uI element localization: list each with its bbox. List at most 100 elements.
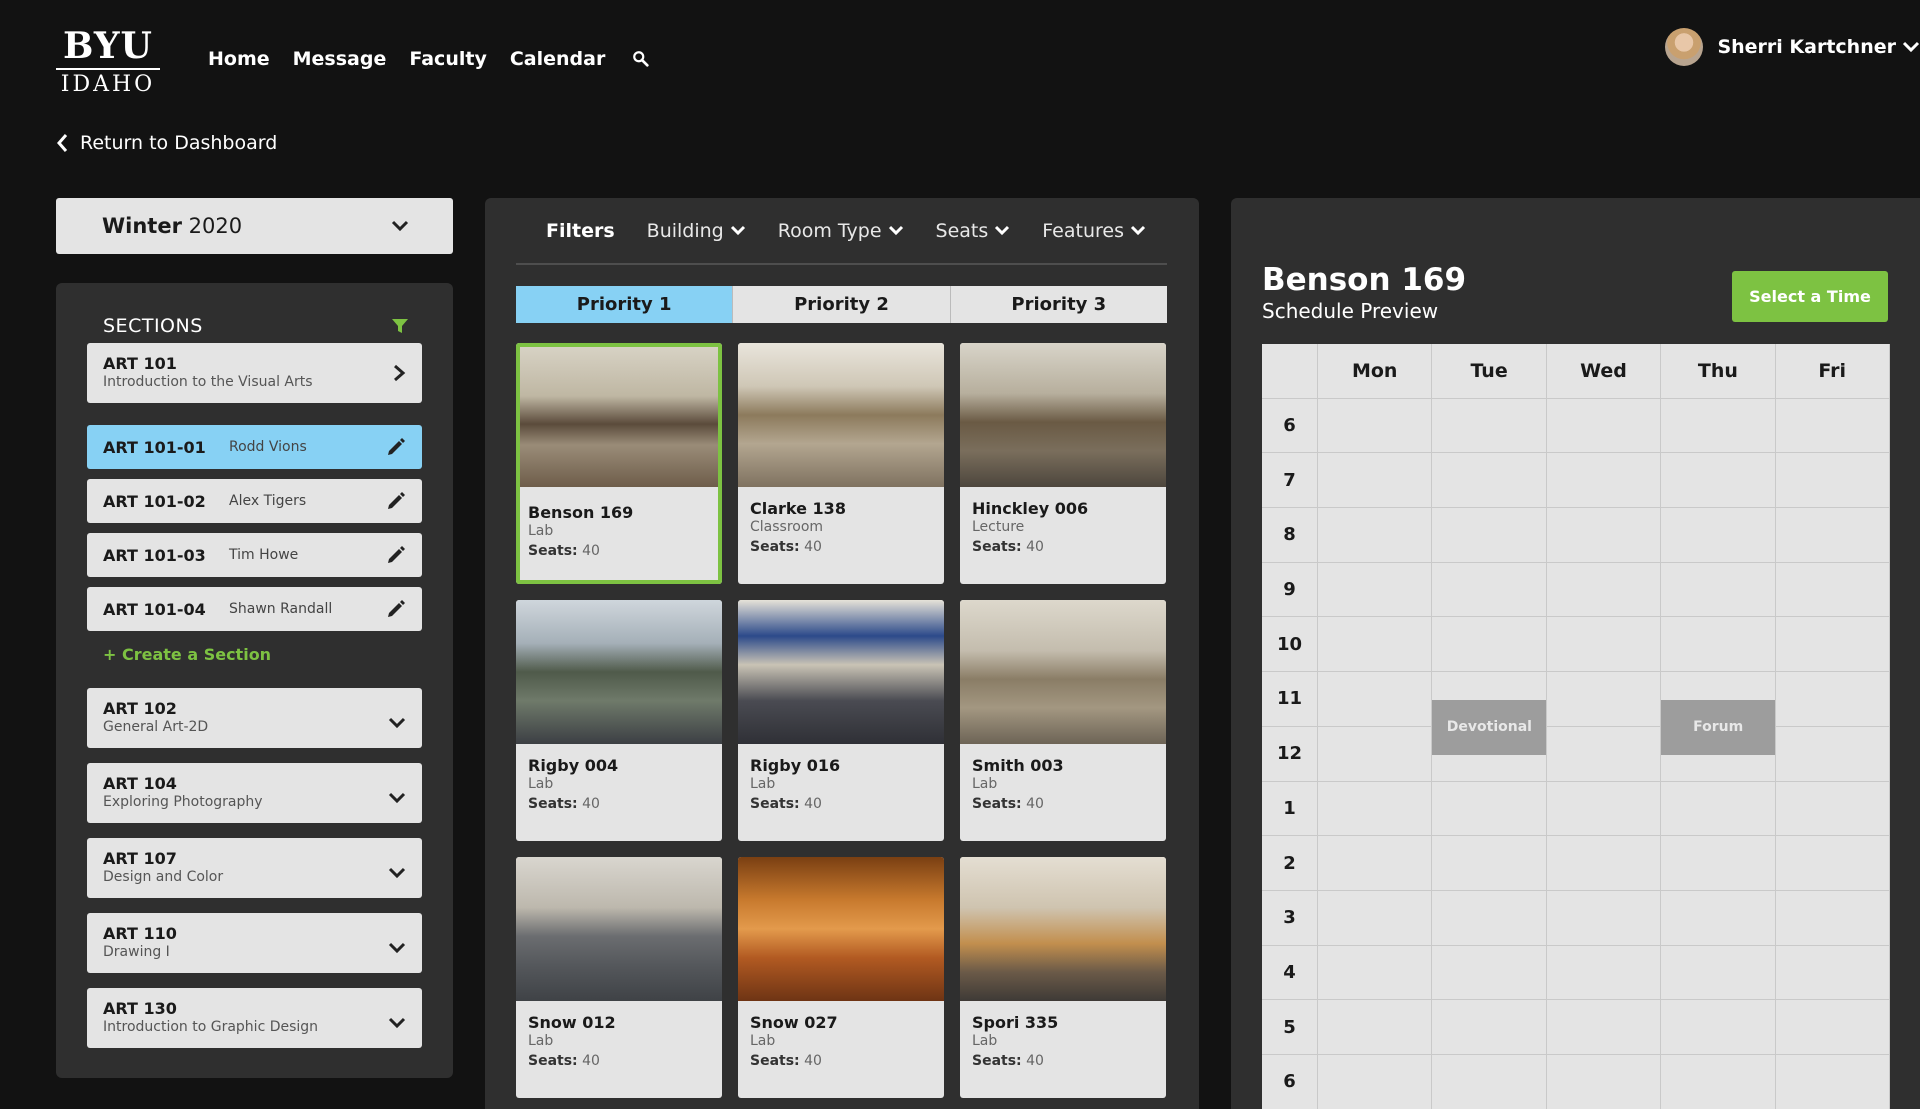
time-slot[interactable] xyxy=(1546,781,1662,837)
event-forum[interactable]: Forum xyxy=(1661,699,1776,755)
time-slot[interactable] xyxy=(1432,890,1547,946)
time-slot[interactable] xyxy=(1318,781,1433,837)
course-card[interactable]: ART 104 Exploring Photography xyxy=(87,763,422,823)
pencil-icon[interactable] xyxy=(386,545,406,565)
course-card[interactable]: ART 110 Drawing I xyxy=(87,913,422,973)
nav-home[interactable]: Home xyxy=(208,48,270,70)
time-slot[interactable] xyxy=(1318,562,1433,618)
time-slot[interactable] xyxy=(1546,945,1662,1001)
pencil-icon[interactable] xyxy=(386,437,406,457)
room-card[interactable]: Clarke 138 Classroom Seats: 40 xyxy=(738,343,944,584)
time-slot[interactable] xyxy=(1432,508,1547,563)
time-slot[interactable] xyxy=(1661,562,1776,618)
time-slot[interactable] xyxy=(1318,398,1433,454)
time-slot[interactable] xyxy=(1775,508,1890,563)
time-slot[interactable] xyxy=(1546,453,1662,509)
time-slot[interactable] xyxy=(1546,398,1662,454)
room-card[interactable]: Hinckley 006 Lecture Seats: 40 xyxy=(960,343,1166,584)
time-slot[interactable] xyxy=(1661,1000,1776,1055)
time-slot[interactable] xyxy=(1775,836,1890,891)
room-card[interactable]: Rigby 016 Lab Seats: 40 xyxy=(738,600,944,841)
time-slot[interactable] xyxy=(1546,890,1662,946)
seats-dropdown[interactable]: Seats xyxy=(936,220,1011,242)
pencil-icon[interactable] xyxy=(386,599,406,619)
course-card[interactable]: ART 130 Introduction to Graphic Design xyxy=(87,988,422,1048)
time-slot[interactable] xyxy=(1318,508,1433,563)
time-slot[interactable] xyxy=(1318,1000,1433,1055)
time-slot[interactable] xyxy=(1775,726,1890,782)
time-slot[interactable] xyxy=(1432,617,1547,673)
time-slot[interactable] xyxy=(1432,781,1547,837)
nav-message[interactable]: Message xyxy=(293,48,387,70)
select-a-time-button[interactable]: Select a Time xyxy=(1732,271,1888,322)
time-slot[interactable] xyxy=(1432,836,1547,891)
time-slot[interactable] xyxy=(1432,453,1547,509)
time-slot[interactable] xyxy=(1775,617,1890,673)
time-slot[interactable] xyxy=(1775,890,1890,946)
room-type-dropdown[interactable]: Room Type xyxy=(778,220,904,242)
time-slot[interactable] xyxy=(1775,1000,1890,1055)
time-slot[interactable] xyxy=(1661,508,1776,563)
time-slot[interactable] xyxy=(1775,562,1890,618)
time-slot[interactable] xyxy=(1432,1000,1547,1055)
time-slot[interactable] xyxy=(1318,945,1433,1001)
time-slot[interactable] xyxy=(1432,1054,1547,1109)
time-slot[interactable] xyxy=(1661,453,1776,509)
room-card[interactable]: Spori 335 Lab Seats: 40 xyxy=(960,857,1166,1098)
time-slot[interactable] xyxy=(1318,1054,1433,1109)
room-card[interactable]: Benson 169 Lab Seats: 40 xyxy=(516,343,722,584)
course-card-art-101[interactable]: ART 101 Introduction to the Visual Arts xyxy=(87,343,422,403)
tab-priority-3[interactable]: Priority 3 xyxy=(949,286,1167,323)
section-row[interactable]: ART 101-04 Shawn Randall xyxy=(87,587,422,631)
nav-calendar[interactable]: Calendar xyxy=(510,48,605,70)
time-slot[interactable] xyxy=(1546,1054,1662,1109)
return-to-dashboard-link[interactable]: Return to Dashboard xyxy=(56,132,277,154)
time-slot[interactable] xyxy=(1318,726,1433,782)
nav-faculty[interactable]: Faculty xyxy=(409,48,486,70)
features-dropdown[interactable]: Features xyxy=(1042,220,1146,242)
building-dropdown[interactable]: Building xyxy=(647,220,746,242)
room-card[interactable]: Smith 003 Lab Seats: 40 xyxy=(960,600,1166,841)
filter-icon[interactable] xyxy=(392,318,408,334)
course-card[interactable]: ART 102 General Art-2D xyxy=(87,688,422,748)
time-slot[interactable] xyxy=(1661,398,1776,454)
time-slot[interactable] xyxy=(1661,617,1776,673)
time-slot[interactable] xyxy=(1432,945,1547,1001)
time-slot[interactable] xyxy=(1775,453,1890,509)
time-slot[interactable] xyxy=(1318,672,1433,727)
time-slot[interactable] xyxy=(1775,781,1890,837)
time-slot[interactable] xyxy=(1775,672,1890,727)
time-slot[interactable] xyxy=(1661,781,1776,837)
time-slot[interactable] xyxy=(1318,836,1433,891)
room-card[interactable]: Snow 012 Lab Seats: 40 xyxy=(516,857,722,1098)
time-slot[interactable] xyxy=(1546,617,1662,673)
time-slot[interactable] xyxy=(1661,890,1776,946)
user-menu[interactable]: Sherri Kartchner xyxy=(1665,28,1920,66)
time-slot[interactable] xyxy=(1546,562,1662,618)
section-row[interactable]: ART 101-03 Tim Howe xyxy=(87,533,422,577)
time-slot[interactable] xyxy=(1546,836,1662,891)
time-slot[interactable] xyxy=(1546,672,1662,727)
time-slot[interactable] xyxy=(1432,398,1547,454)
create-section-link[interactable]: + Create a Section xyxy=(87,631,422,681)
section-row[interactable]: ART 101-02 Alex Tigers xyxy=(87,479,422,523)
time-slot[interactable] xyxy=(1775,1054,1890,1109)
section-row[interactable]: ART 101-01 Rodd Vions xyxy=(87,425,422,469)
time-slot[interactable] xyxy=(1546,1000,1662,1055)
room-card[interactable]: Rigby 004 Lab Seats: 40 xyxy=(516,600,722,841)
time-slot[interactable] xyxy=(1318,453,1433,509)
time-slot[interactable] xyxy=(1546,508,1662,563)
course-card[interactable]: ART 107 Design and Color xyxy=(87,838,422,898)
time-slot[interactable] xyxy=(1318,617,1433,673)
event-devotional[interactable]: Devotional xyxy=(1432,699,1547,755)
time-slot[interactable] xyxy=(1661,836,1776,891)
time-slot[interactable] xyxy=(1775,398,1890,454)
semester-select[interactable]: Winter 2020 xyxy=(56,198,453,254)
search-icon[interactable] xyxy=(632,50,650,68)
time-slot[interactable] xyxy=(1432,562,1547,618)
room-card[interactable]: Snow 027 Lab Seats: 40 xyxy=(738,857,944,1098)
time-slot[interactable] xyxy=(1318,890,1433,946)
pencil-icon[interactable] xyxy=(386,491,406,511)
tab-priority-1[interactable]: Priority 1 xyxy=(516,286,733,323)
time-slot[interactable] xyxy=(1546,726,1662,782)
